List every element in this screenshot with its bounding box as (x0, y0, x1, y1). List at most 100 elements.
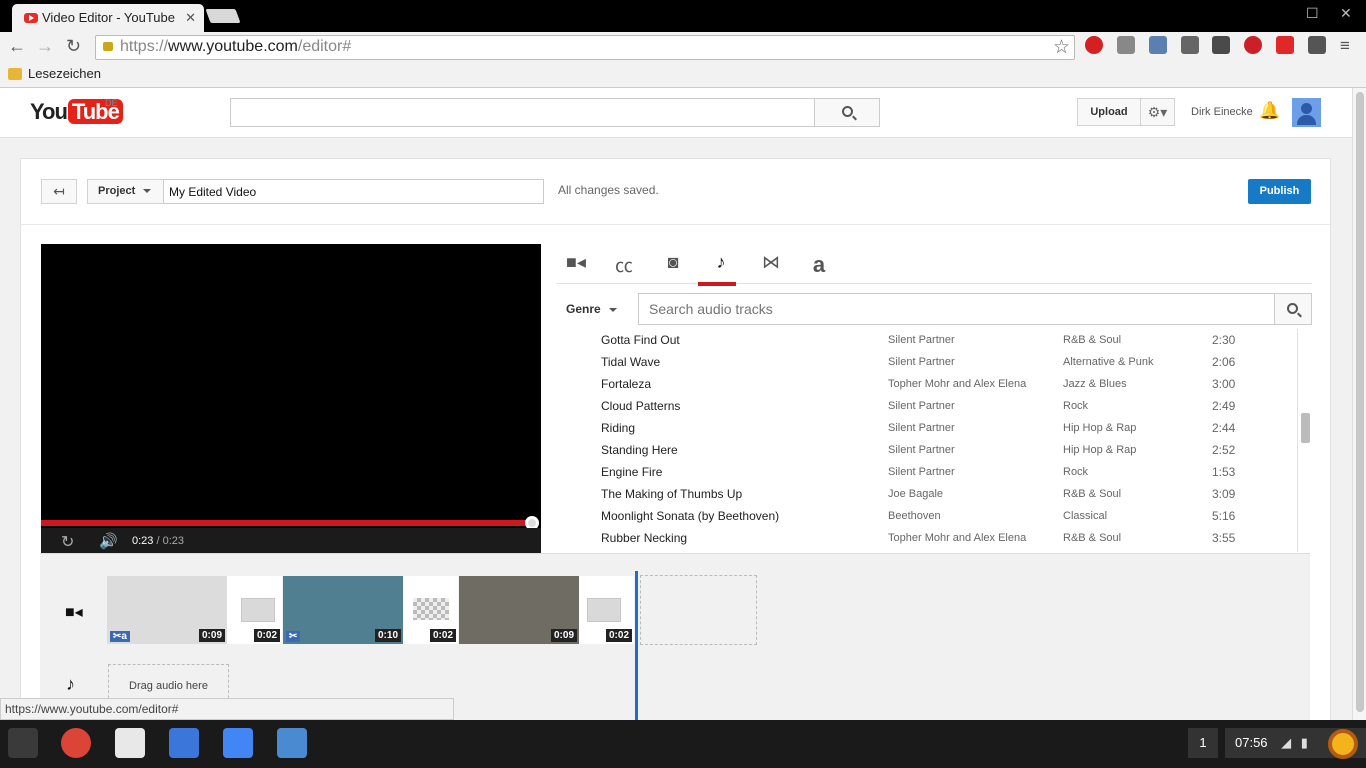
back-button[interactable]: ↤ (41, 179, 77, 204)
scrollbar-thumb[interactable] (1301, 413, 1310, 443)
google-search-icon[interactable] (169, 728, 199, 758)
track-row[interactable]: The Making of Thumbs Up Joe Bagale R&B & S… (556, 483, 1297, 505)
track-row[interactable]: Rubber Necking Topher Mohr and Alex Elena… (556, 527, 1297, 549)
url-host: www.youtube.com (168, 38, 298, 55)
timeline-clip[interactable]: ✂ 0:10 (283, 576, 403, 644)
files-icon[interactable] (277, 728, 307, 758)
youtube-header: You Tube DE Upload ⚙▾ Dirk Einecke 🔔 (0, 88, 1352, 138)
bell-icon[interactable]: 🔔 (1259, 101, 1280, 121)
reload-icon[interactable]: ↻ (66, 36, 81, 56)
track-row[interactable]: Engine Fire Silent Partner Rock 1:53 (556, 461, 1297, 483)
track-row[interactable]: Standing Here Silent Partner Hip Hop & Rap… (556, 439, 1297, 461)
search-icon (1287, 303, 1298, 314)
status-url: https://www.youtube.com/editor# (0, 698, 454, 720)
search-input[interactable] (230, 98, 815, 127)
chrome-icon[interactable] (61, 728, 91, 758)
new-tab-button[interactable] (205, 9, 241, 23)
video-drop-zone[interactable] (640, 575, 757, 645)
replay-icon[interactable]: ↻ (61, 532, 74, 552)
timeline-transition[interactable]: 0:02 (403, 576, 458, 644)
scrollbar-thumb[interactable] (1356, 92, 1364, 712)
transition-icon[interactable]: ⋈ (756, 252, 786, 282)
maximize-icon[interactable]: ☐ (1306, 5, 1319, 22)
shield-extension-icon[interactable] (1212, 36, 1230, 54)
bug-extension-icon[interactable] (1117, 36, 1135, 54)
playhead[interactable] (635, 571, 638, 720)
track-genre: R&B & Soul (1063, 532, 1122, 544)
chevron-down-icon (608, 307, 617, 312)
address-bar[interactable]: https://www.youtube.com/editor# ☆ (95, 35, 1075, 60)
page-scrollbar[interactable] (1352, 88, 1366, 720)
flipboard-extension-icon[interactable] (1276, 36, 1294, 54)
progress-bar[interactable] (41, 520, 531, 526)
menu-icon[interactable]: ≡ (1340, 36, 1350, 56)
timeline-clip[interactable]: 0:09 (459, 576, 579, 644)
track-title: Riding (601, 421, 636, 435)
publish-button[interactable]: Publish (1248, 179, 1311, 204)
pushbullet-extension-icon[interactable] (1181, 36, 1199, 54)
timeline-transition[interactable]: 0:02 (227, 576, 282, 644)
track-row[interactable]: Gotta Find Out Silent Partner R&B & Soul 2:… (556, 329, 1297, 351)
track-title: Standing Here (601, 443, 678, 457)
track-artist: Silent Partner (888, 422, 955, 434)
back-icon[interactable]: ← (8, 36, 26, 56)
search-button[interactable] (814, 98, 880, 127)
player-controls: ↻ 🔊 0:23 / 0:23 (41, 528, 541, 555)
project-name-input[interactable] (163, 179, 544, 204)
pinterest-extension-icon[interactable] (1244, 36, 1262, 54)
track-row[interactable]: Fortaleza Topher Mohr and Alex Elena Jazz … (556, 373, 1297, 395)
forward-icon[interactable]: → (36, 36, 54, 56)
gmail-icon[interactable] (115, 728, 145, 758)
audio-search-button[interactable] (1274, 293, 1312, 325)
timeline: ■◂ ♪ ✂a 0:09 0:02 ✂ 0:10 0:02 0:09 0:02 … (40, 553, 1310, 720)
clip-duration: 0:09 (198, 629, 225, 642)
project-menu-button[interactable]: Project (87, 179, 164, 204)
youtube-logo[interactable]: You Tube DE (30, 98, 123, 125)
text-icon[interactable]: a (804, 252, 834, 282)
user-name[interactable]: Dirk Einecke (1191, 106, 1253, 118)
music-note-icon[interactable]: ♪ (698, 252, 736, 286)
timeline-clip[interactable]: ✂a 0:09 (107, 576, 227, 644)
track-duration: 3:00 (1212, 377, 1236, 391)
eyedropper-extension-icon[interactable] (1149, 36, 1167, 54)
upload-button[interactable]: Upload (1077, 98, 1141, 126)
page-content: You Tube DE Upload ⚙▾ Dirk Einecke 🔔 ↤ Pr… (0, 88, 1352, 720)
avatar[interactable] (1292, 98, 1321, 127)
track-row[interactable]: Moonlight Sonata (by Beethoven) Beethoven… (556, 505, 1297, 527)
user-avatar[interactable] (1328, 729, 1358, 759)
clip-duration: 0:02 (253, 629, 280, 642)
video-icon[interactable]: ■◂ (561, 252, 591, 282)
docs-icon[interactable] (223, 728, 253, 758)
track-title: Gotta Find Out (601, 333, 680, 347)
star-icon[interactable]: ☆ (1053, 36, 1070, 59)
lock-icon (103, 42, 113, 51)
settings-button[interactable]: ⚙▾ (1140, 98, 1175, 126)
tab-close-icon[interactable]: ✕ (185, 10, 196, 26)
camera-icon[interactable]: ◙ (658, 252, 688, 282)
browser-tab[interactable]: Video Editor - YouTube ✕ (12, 4, 204, 32)
genre-dropdown[interactable]: Genre (566, 302, 617, 316)
audio-search-input[interactable] (638, 293, 1275, 325)
window-close-icon[interactable]: ✕ (1340, 5, 1352, 22)
clip-duration: 0:02 (429, 629, 456, 642)
video-player[interactable]: ↻ 🔊 0:23 / 0:23 (41, 244, 541, 555)
app-launcher-icon[interactable] (8, 728, 38, 758)
window-count[interactable]: 1 (1188, 728, 1218, 758)
genre-label: Genre (566, 302, 601, 316)
cc-icon[interactable]: ㏄ (609, 252, 639, 282)
track-duration: 2:30 (1212, 333, 1236, 347)
timeline-transition[interactable]: 0:02 (579, 576, 634, 644)
track-duration: 2:49 (1212, 399, 1236, 413)
gear-icon: ⚙▾ (1147, 104, 1168, 120)
track-title: Rubber Necking (601, 531, 688, 545)
track-row[interactable]: Riding Silent Partner Hip Hop & Rap 2:44 (556, 417, 1297, 439)
bookmark-folder-lesezeichen[interactable]: Lesezeichen (28, 66, 101, 81)
volume-icon[interactable]: 🔊 (99, 532, 118, 550)
film-extension-icon[interactable] (1308, 36, 1326, 54)
track-duration: 5:16 (1212, 509, 1236, 523)
track-list-scrollbar[interactable] (1297, 329, 1312, 552)
adblock-extension-icon[interactable] (1085, 36, 1103, 54)
track-row[interactable]: Cloud Patterns Silent Partner Rock 2:49 (556, 395, 1297, 417)
track-row[interactable]: Tidal Wave Silent Partner Alternative & Pu… (556, 351, 1297, 373)
track-title: Cloud Patterns (601, 399, 681, 413)
